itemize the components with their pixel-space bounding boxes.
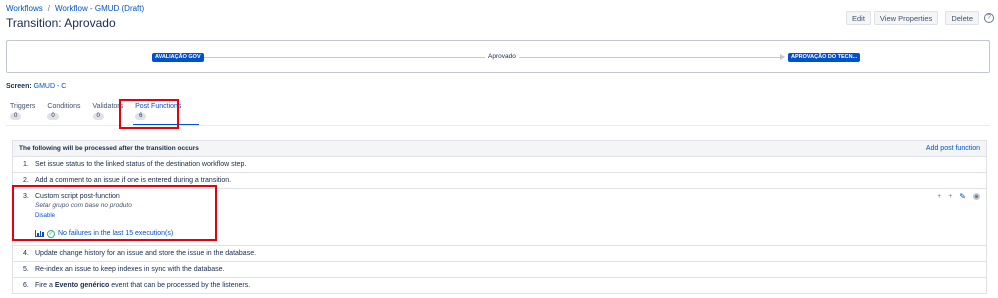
arrow-head-icon — [780, 54, 785, 60]
event-name: Evento genérico — [54, 282, 110, 289]
help-icon[interactable]: ? — [984, 13, 994, 23]
row-number: 5. — [23, 266, 29, 273]
move-up-icon[interactable]: + — [937, 192, 941, 201]
row-number: 2. — [23, 177, 29, 184]
tab-count: 0 — [10, 113, 22, 120]
breadcrumb: Workflows / Workflow - GMUD (Draft) — [6, 4, 144, 13]
row-text-before: Fire a — [35, 282, 53, 289]
view-properties-button[interactable]: View Properties — [873, 11, 939, 25]
breadcrumb-separator: / — [47, 4, 50, 13]
table-row: 4. Update change history for an issue and… — [13, 246, 986, 262]
top-actions: Edit View Properties Delete ? — [845, 11, 994, 25]
highlight-box-row — [12, 185, 217, 241]
table-row: 6. Fire a Evento genérico event that can … — [13, 278, 986, 293]
tab-triggers[interactable]: Triggers 0 — [8, 103, 37, 126]
post-functions-title: The following will be processed after th… — [19, 145, 199, 152]
highlight-box-tab — [119, 99, 179, 129]
edit-button[interactable]: Edit — [845, 11, 871, 25]
screen-line: Screen: GMUD - C — [6, 83, 66, 90]
screen-label: Screen: — [6, 83, 32, 90]
edit-pencil-icon[interactable]: ✎ — [959, 192, 966, 201]
transition-name: Aprovado — [485, 53, 519, 60]
add-post-function-link[interactable]: Add post function — [926, 145, 980, 152]
row-number: 4. — [23, 250, 29, 257]
transition-diagram: AVALIAÇÃO GOV Aprovado APROVAÇÃO DO TECN… — [6, 40, 990, 73]
breadcrumb-workflow-gmud[interactable]: Workflow - GMUD (Draft) — [55, 4, 144, 13]
row-text: Update change history for an issue and s… — [35, 250, 257, 257]
tab-label: Triggers — [10, 103, 36, 110]
row-number: 1. — [23, 161, 29, 168]
row-text: Re-index an issue to keep indexes in syn… — [35, 266, 225, 273]
row-actions: + + ✎ — [937, 192, 980, 201]
row-text: Set issue status to the linked status of… — [35, 161, 247, 168]
tab-label: Conditions — [47, 103, 81, 110]
tab-count: 0 — [47, 113, 59, 120]
from-status-lozenge: AVALIAÇÃO GOV — [152, 53, 204, 62]
to-status-lozenge: APROVAÇÃO DO TECN... — [788, 53, 861, 62]
delete-icon[interactable] — [973, 193, 980, 200]
breadcrumb-workflows[interactable]: Workflows — [6, 4, 43, 13]
tab-conditions[interactable]: Conditions 0 — [45, 103, 82, 126]
tab-count: 0 — [92, 113, 104, 120]
table-row: 5. Re-index an issue to keep indexes in s… — [13, 262, 986, 278]
table-row: 1. Set issue status to the linked status … — [13, 157, 986, 173]
row-text-after: event that can be processed by the liste… — [111, 282, 251, 289]
row-text: Add a comment to an issue if one is ente… — [35, 177, 232, 184]
row-number: 6. — [23, 282, 29, 289]
screen-link[interactable]: GMUD - C — [34, 83, 67, 90]
post-functions-header: The following will be processed after th… — [13, 141, 986, 157]
delete-button[interactable]: Delete — [945, 11, 979, 25]
move-down-icon[interactable]: + — [948, 192, 952, 201]
page-title: Transition: Aprovado — [6, 16, 116, 30]
